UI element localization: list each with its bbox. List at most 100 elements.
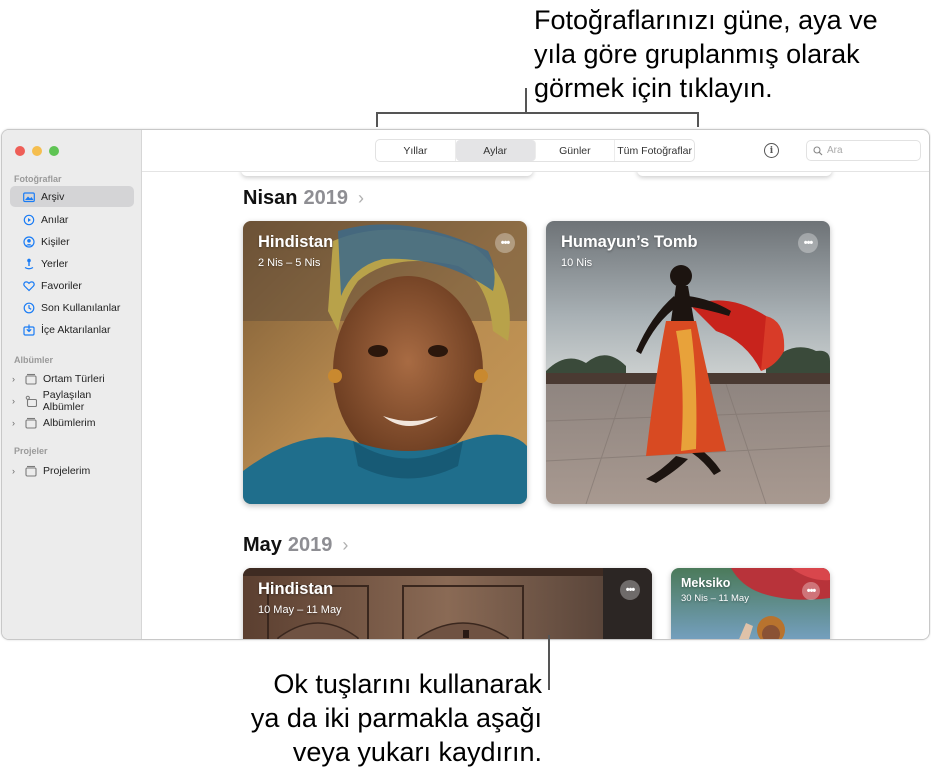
chevron-right-icon[interactable]: › [12,396,21,406]
sidebar-item-recents[interactable]: Son Kullanılanlar [10,297,134,318]
callout-top: Fotoğraflarınızı güne, aya ve yıla göre … [534,3,929,105]
tab-years[interactable]: Yıllar [376,140,456,161]
callout-bottom-line: veya yukarı kaydırın. [292,737,542,767]
card-date-range: 10 May – 11 May [258,604,342,616]
folder-icon [24,372,38,386]
sidebar-item-my-projects[interactable]: › Projelerim [10,460,134,481]
search-field[interactable]: Ara [806,140,921,161]
sidebar-item-label: Kişiler [41,235,70,248]
card-title: Humayun’s Tomb [561,233,698,251]
ellipsis-icon: ••• [803,237,814,249]
month-year: 2019 [303,187,348,209]
more-options-button[interactable]: ••• [495,233,515,253]
places-icon [22,257,36,271]
callout-top-bracket [376,112,698,114]
callout-top-line: Fotoğraflarınızı güne, aya ve [534,5,878,35]
sidebar-item-label: Son Kullanılanlar [41,301,121,314]
more-options-button[interactable]: ••• [798,233,818,253]
sidebar-item-shared-albums[interactable]: › Paylaşılan Albümler [10,388,134,413]
callout-bottom-line: Ok tuşlarını kullanarak [273,669,542,699]
people-icon [22,235,36,249]
sidebar-item-places[interactable]: Yerler [10,253,134,274]
search-icon [813,145,823,155]
tab-months[interactable]: Aylar [455,140,536,161]
library-icon [22,190,36,204]
chevron-right-icon[interactable]: › [12,374,21,384]
more-options-button[interactable]: ••• [620,580,640,600]
view-segmented-control: Yıllar Aylar Günler Tüm Fotoğraflar [375,139,695,162]
sidebar-item-label: Anılar [41,213,69,226]
heart-icon [22,279,36,293]
ellipsis-icon: ••• [625,584,636,596]
sidebar: Fotoğraflar Arşiv Anılar Kişiler Yerler … [2,130,142,639]
callout-bottom-line: ya da iki parmakla aşağı [250,703,542,733]
previous-card-edge [637,172,832,176]
folder-icon [24,464,38,478]
sidebar-item-label: Favoriler [41,279,82,292]
more-options-button[interactable]: ••• [802,582,820,600]
memories-icon [22,213,36,227]
close-window-button[interactable] [15,146,25,156]
tab-all-photos[interactable]: Tüm Fotoğraflar [615,140,694,161]
toolbar: Yıllar Aylar Günler Tüm Fotoğraflar i Ar… [142,130,929,172]
search-placeholder: Ara [827,145,843,156]
sidebar-item-memories[interactable]: Anılar [10,209,134,230]
card-title: Hindistan [258,580,334,598]
sidebar-item-label: Albümlerim [43,416,96,429]
month-name: May [243,534,282,556]
card-date-range: 2 Nis – 5 Nis [258,257,321,269]
sidebar-section-projects: Projeler [14,446,48,456]
chevron-right-icon: › [342,535,349,555]
import-icon [22,323,36,337]
minimize-window-button[interactable] [32,146,42,156]
card-date-range: 30 Nis – 11 May [681,593,749,604]
month-header-may[interactable]: May 2019 › [243,534,348,557]
shared-albums-icon [24,394,38,408]
sidebar-item-imports[interactable]: İçe Aktarılanlar [10,319,134,340]
card-title: Hindistan [258,233,334,251]
screenshot-stage: Fotoğraflarınızı güne, aya ve yıla göre … [0,0,931,774]
month-header-april[interactable]: Nisan 2019 › [243,187,364,210]
ellipsis-icon: ••• [806,585,817,597]
callout-top-bracket-left [376,112,378,127]
previous-card-edge [241,172,533,176]
sidebar-item-my-albums[interactable]: › Albümlerim [10,412,134,433]
ellipsis-icon: ••• [500,237,511,249]
sidebar-item-label: Yerler [41,257,69,270]
month-year: 2019 [287,534,333,556]
memory-card-humayuns-tomb[interactable]: Humayun’s Tomb 10 Nis ••• [546,221,830,504]
month-name: Nisan [243,187,298,209]
card-date: 10 Nis [561,257,593,269]
sidebar-item-label: İçe Aktarılanlar [41,323,111,336]
callout-bottom-leader [548,635,550,690]
sidebar-section-albums: Albümler [14,355,54,365]
sidebar-item-library[interactable]: Arşiv [10,186,134,207]
zoom-window-button[interactable] [49,146,59,156]
sidebar-item-label: Projelerim [43,464,91,477]
photo-grid[interactable]: Nisan 2019 › Hindistan 2 Nis – 5 Nis •••… [142,172,929,639]
sidebar-item-label: Arşiv [41,190,65,203]
info-icon: i [769,145,774,156]
memory-card-hindistan-april[interactable]: Hindistan 2 Nis – 5 Nis ••• [243,221,527,504]
sidebar-item-media-types[interactable]: › Ortam Türleri [10,368,134,389]
sidebar-item-label: Ortam Türleri [43,372,105,385]
tab-days[interactable]: Günler [536,140,616,161]
card-title: Meksiko [681,576,731,590]
sidebar-item-favorites[interactable]: Favoriler [10,275,134,296]
memory-card-meksiko[interactable]: Meksiko 30 Nis – 11 May ••• [671,568,830,639]
clock-icon [22,301,36,315]
memory-card-hindistan-may[interactable]: Hindistan 10 May – 11 May ••• [243,568,652,639]
sidebar-item-label: Paylaşılan Albümler [42,388,92,413]
chevron-right-icon: › [357,188,364,208]
info-button[interactable]: i [764,143,779,158]
callout-top-leader [525,88,527,113]
photos-window: Fotoğraflar Arşiv Anılar Kişiler Yerler … [1,129,930,640]
folder-icon [24,416,38,430]
callout-top-line: görmek için tıklayın. [534,73,773,103]
callout-top-line: yıla göre gruplanmış olarak [534,39,860,69]
sidebar-section-photos: Fotoğraflar [14,174,62,184]
sidebar-item-people[interactable]: Kişiler [10,231,134,252]
chevron-right-icon[interactable]: › [12,466,21,476]
chevron-right-icon[interactable]: › [12,418,21,428]
callout-bottom: Ok tuşlarını kullanarak ya da iki parmak… [200,667,542,769]
